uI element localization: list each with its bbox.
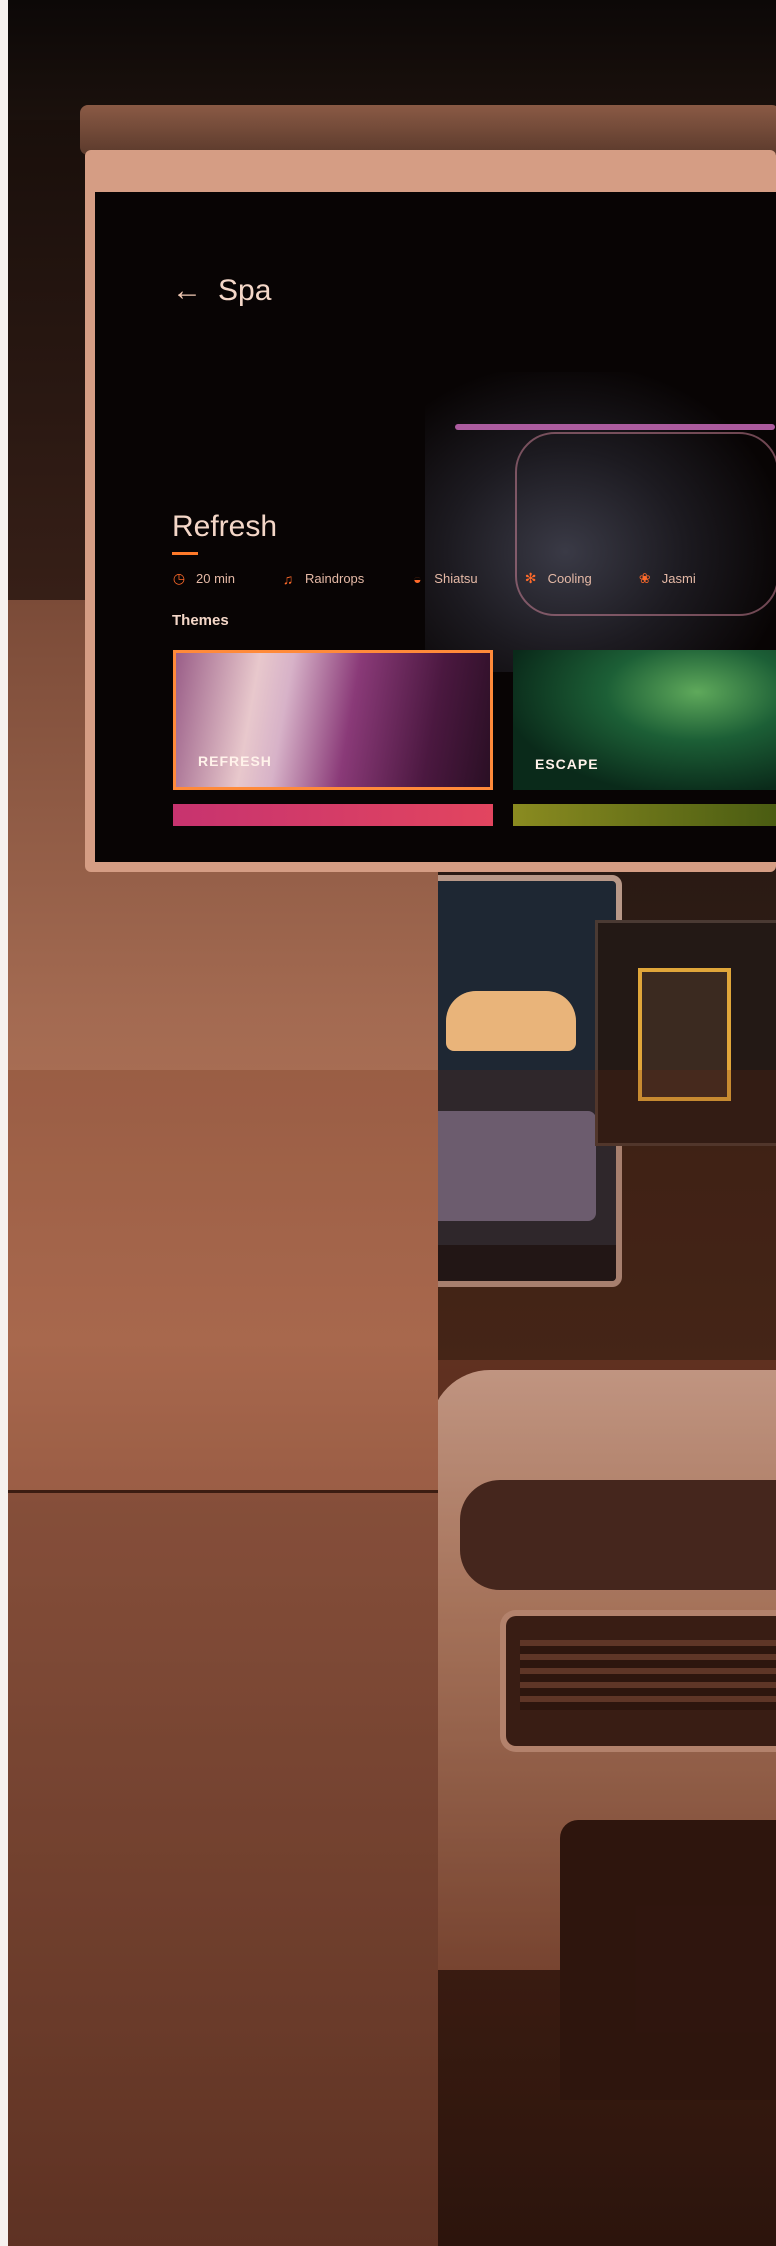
meta-climate: ✻ Cooling	[524, 570, 592, 587]
spa-app: ← Spa Refresh ◷ 20 min ♫ Raindrops ◒ Shi…	[95, 192, 776, 862]
title-underline	[172, 552, 198, 555]
ambient-light-strip	[455, 424, 775, 430]
rear-entertainment-screen: ← Spa Refresh ◷ 20 min ♫ Raindrops ◒ Shi…	[85, 150, 776, 872]
meta-scent: ❀ Jasmi	[638, 570, 696, 587]
meta-music: ♫ Raindrops	[281, 570, 365, 587]
back-arrow-icon[interactable]: ←	[172, 276, 202, 306]
tint-overlay	[8, 1070, 776, 2246]
themes-heading: Themes	[172, 612, 229, 629]
car-interior-photo: ← Spa Refresh ◷ 20 min ♫ Raindrops ◒ Shi…	[0, 0, 776, 2246]
scent-icon: ❀	[638, 570, 651, 586]
theme-tile-partial[interactable]	[513, 804, 776, 826]
screen-mount	[80, 105, 776, 155]
theme-tile-refresh[interactable]: REFRESH	[173, 650, 493, 790]
screen-header: ← Spa	[172, 274, 271, 308]
timer-icon: ◷	[172, 570, 186, 586]
program-meta: ◷ 20 min ♫ Raindrops ◒ Shiatsu ✻ Cooling…	[172, 570, 742, 587]
meta-label: 20 min	[196, 571, 236, 586]
theme-tile-label: ESCAPE	[535, 756, 599, 772]
meta-label: Cooling	[547, 571, 592, 586]
program-title: Refresh	[172, 510, 278, 543]
meta-duration: ◷ 20 min	[172, 570, 235, 587]
ambient-light-outline	[515, 432, 776, 616]
ceiling	[8, 0, 776, 120]
theme-tile-escape[interactable]: ESCAPE	[513, 650, 776, 790]
music-note-icon: ♫	[282, 570, 294, 587]
meta-label: Jasmi	[661, 571, 696, 586]
theme-tile-partial[interactable]	[173, 804, 493, 826]
car-illustration	[446, 991, 576, 1051]
meta-label: Raindrops	[305, 571, 365, 586]
screen-title: Spa	[218, 274, 272, 307]
image-edge	[0, 0, 8, 2246]
theme-tile-label: REFRESH	[198, 753, 272, 769]
snowflake-icon: ✻	[524, 570, 537, 586]
meta-massage: ◒ Shiatsu	[410, 570, 478, 587]
massage-seat-icon: ◒	[413, 570, 422, 587]
meta-label: Shiatsu	[434, 571, 478, 586]
